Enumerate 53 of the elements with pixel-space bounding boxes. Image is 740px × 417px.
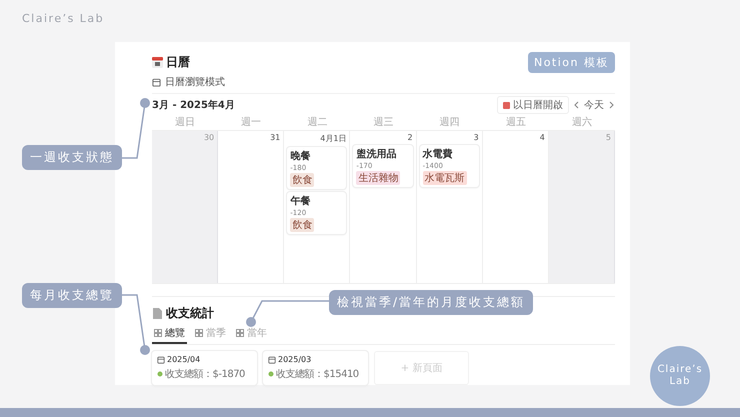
category-tag: 水電瓦斯 <box>422 171 467 185</box>
calendar-icon <box>152 57 163 68</box>
date-number: 31 <box>270 133 280 142</box>
total-amount: 收支總額：$-1870 <box>165 368 245 381</box>
date-number: 4 <box>540 133 545 142</box>
date-number: 4月1日 <box>320 133 346 144</box>
category-tag: 飲食 <box>290 218 314 232</box>
calendar-icon <box>268 356 276 364</box>
view-tab[interactable]: 日曆瀏覽模式 <box>165 75 225 89</box>
grid-icon <box>195 329 203 337</box>
document-icon <box>152 308 163 319</box>
chevron-left-icon[interactable] <box>573 101 580 109</box>
weekday-label: 週一 <box>240 116 262 130</box>
brand-name: Claire’s Lab <box>21 11 104 27</box>
date-range: 3月 - 2025年4月 <box>152 98 235 112</box>
weekday-label: 週六 <box>570 116 593 130</box>
callout-label: 檢視當季/當年的月度收支總額 <box>329 290 534 315</box>
view-tab[interactable]: 總覽 <box>152 325 187 344</box>
open-calendar-button[interactable]: 以日曆開啟 <box>497 96 569 114</box>
weekday-label: 週五 <box>504 116 527 130</box>
month-card[interactable]: 2025/03 收支總額：$15410 <box>263 351 368 385</box>
card-title: 2025/04 <box>167 355 200 364</box>
category-tag: 生活雜物 <box>356 171 400 185</box>
grid-icon <box>154 329 162 337</box>
date-number: 3 <box>474 133 479 142</box>
weekday-label: 週二 <box>306 116 328 130</box>
event-title: 盥洗用品 <box>356 148 396 161</box>
template-badge: Notion 模板 <box>528 52 615 73</box>
month-card[interactable]: 2025/04 收支總額：$-1870 <box>152 351 257 385</box>
section-title: 收支統計 <box>166 305 214 322</box>
logo-text: Lab <box>669 376 691 388</box>
weekday-label: 週日 <box>174 116 196 130</box>
total-amount: 收支總額：$15410 <box>276 368 359 381</box>
event-title: 晚餐 <box>290 150 310 163</box>
today-button[interactable]: 今天 <box>584 98 604 112</box>
grid-icon <box>236 329 244 337</box>
weekday-label: 週四 <box>438 116 461 130</box>
calendar-icon <box>503 102 510 108</box>
category-tag: 飲食 <box>290 173 314 187</box>
callout-label: 一週收支狀態 <box>22 145 122 170</box>
calendar-icon <box>157 356 165 364</box>
event-title: 水電費 <box>422 148 453 161</box>
date-number: 30 <box>204 133 214 142</box>
weekday-label: 週三 <box>372 116 394 130</box>
chevron-right-icon[interactable] <box>608 101 615 109</box>
calendar-icon <box>152 78 161 86</box>
date-number: 2 <box>407 133 413 142</box>
card-title: 2025/03 <box>278 355 312 364</box>
callout-label: 每月收支總覽 <box>22 283 122 308</box>
date-number: 5 <box>606 133 611 142</box>
logo-text: Claire’s <box>657 364 703 376</box>
event-title: 午餐 <box>290 194 310 208</box>
page-title: 日曆 <box>166 54 190 71</box>
